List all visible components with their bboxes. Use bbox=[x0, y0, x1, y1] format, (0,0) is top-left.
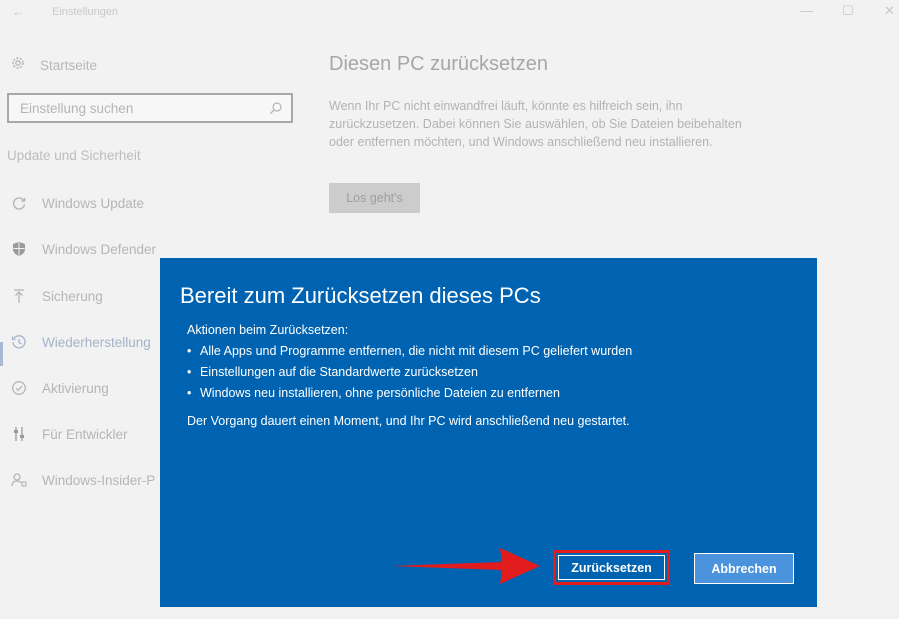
developer-sliders-icon bbox=[10, 425, 28, 443]
reset-button[interactable]: Zurücksetzen bbox=[553, 550, 670, 585]
dialog-bullet: Einstellungen auf die Standardwerte zurü… bbox=[187, 362, 632, 383]
sidebar-item-windows-insider[interactable]: Windows-Insider-P bbox=[10, 469, 155, 491]
reset-description: Wenn Ihr PC nicht einwandfrei läuft, kön… bbox=[329, 99, 742, 149]
sidebar-item-label: Für Entwickler bbox=[42, 426, 128, 442]
backup-upload-icon bbox=[10, 287, 28, 305]
dialog-bullet: Windows neu installieren, ohne persönlic… bbox=[187, 383, 632, 404]
sidebar-home-label: Startseite bbox=[40, 57, 98, 73]
sidebar-item-label: Aktivierung bbox=[42, 380, 109, 396]
dialog-intro: Aktionen beim Zurücksetzen: bbox=[187, 323, 349, 337]
check-circle-icon bbox=[10, 379, 28, 397]
dialog-outro: Der Vorgang dauert einen Moment, und Ihr… bbox=[187, 414, 630, 428]
section-title: Update und Sicherheit bbox=[7, 148, 141, 163]
dialog-body: Aktionen beim Zurücksetzen: Alle Apps un… bbox=[187, 320, 632, 404]
back-arrow-icon[interactable]: ← bbox=[12, 4, 25, 19]
page-title: Diesen PC zurücksetzen bbox=[329, 53, 548, 75]
sidebar-item-windows-update[interactable]: Windows Update bbox=[10, 192, 144, 214]
active-indicator bbox=[0, 342, 3, 366]
search-icon[interactable] bbox=[269, 101, 283, 120]
sidebar-item-label: Windows Defender bbox=[42, 241, 157, 257]
window-title: Einstellungen bbox=[52, 6, 119, 18]
sidebar-item-fuer-entwickler[interactable]: Für Entwickler bbox=[10, 423, 128, 445]
cancel-button[interactable]: Abbrechen bbox=[694, 553, 794, 584]
dialog-bullet: Alle Apps und Programme entfernen, die n… bbox=[187, 341, 632, 362]
sidebar-item-sicherung[interactable]: Sicherung bbox=[10, 285, 103, 307]
sidebar-item-windows-defender[interactable]: Windows Defender bbox=[10, 238, 156, 260]
maximize-button[interactable]: ☐ bbox=[842, 3, 854, 19]
reset-button-label: Zurücksetzen bbox=[558, 555, 665, 580]
sidebar-item-label: Wiederherstellung bbox=[42, 334, 151, 350]
sidebar-item-aktivierung[interactable]: Aktivierung bbox=[10, 377, 109, 399]
shield-icon bbox=[10, 240, 28, 258]
dialog-bullet-text: Alle Apps und Programme entfernen, die n… bbox=[200, 344, 633, 358]
sidebar-home[interactable]: Startseite bbox=[10, 55, 97, 75]
close-button[interactable]: ✕ bbox=[884, 3, 895, 19]
sidebar-item-wiederherstellung[interactable]: Wiederherstellung bbox=[10, 331, 151, 353]
sync-icon bbox=[10, 194, 28, 212]
history-clock-icon bbox=[10, 333, 28, 351]
dialog-bullet-text: Windows neu installieren, ohne persönlic… bbox=[200, 386, 560, 400]
title-bar: ← Einstellungen — ☐ ✕ bbox=[0, 0, 899, 24]
insider-person-icon bbox=[10, 471, 28, 489]
dialog-title: Bereit zum Zurücksetzen dieses PCs bbox=[180, 283, 541, 308]
sidebar-item-label: Windows Update bbox=[42, 195, 145, 211]
get-started-button[interactable]: Los geht's bbox=[329, 183, 420, 213]
minimize-button[interactable]: — bbox=[800, 3, 813, 18]
sidebar-item-label: Sicherung bbox=[42, 288, 103, 304]
dialog-bullet-text: Einstellungen auf die Standardwerte zurü… bbox=[200, 365, 478, 379]
search-input[interactable]: Einstellung suchen bbox=[7, 93, 293, 123]
search-placeholder: Einstellung suchen bbox=[20, 101, 134, 116]
red-arrow-annotation bbox=[390, 548, 540, 584]
sidebar-item-label: Windows-Insider-P bbox=[42, 472, 156, 488]
gear-icon bbox=[10, 55, 26, 76]
